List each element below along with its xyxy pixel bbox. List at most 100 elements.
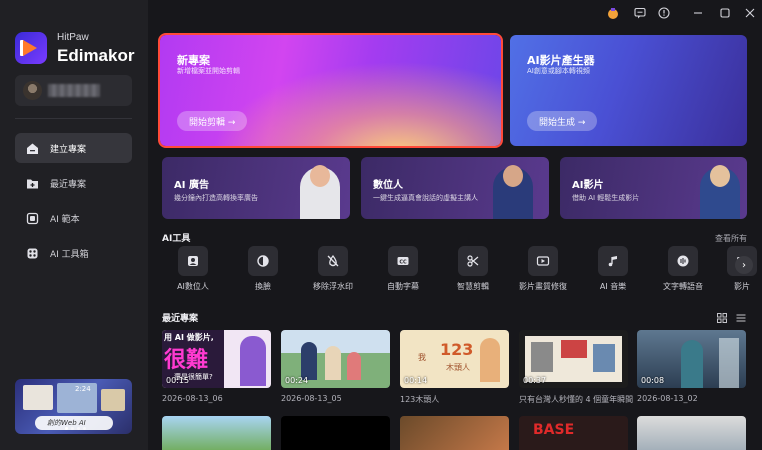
ai-video-generator-card[interactable]: AI影片產生器 AI創意或腳本轉視頻 開始生成 → xyxy=(510,35,747,146)
sidebar-item-label: 最近專案 xyxy=(50,179,87,190)
project-thumbnail[interactable] xyxy=(637,416,746,450)
home-icon xyxy=(25,141,39,155)
thumbnail-image xyxy=(531,342,553,372)
see-all-link[interactable]: 查看所有 xyxy=(715,233,747,244)
thumbnail-image xyxy=(301,342,317,380)
feature-subtitle: 一鍵生成逼真會說話的虛擬主講人 xyxy=(373,194,478,202)
promo-gift-icon[interactable] xyxy=(606,6,620,20)
sidebar-item-ai-toolbox[interactable]: AI 工具箱 xyxy=(15,238,132,268)
tool-label: 文字轉語音 xyxy=(663,282,703,291)
subtitle-icon: CC xyxy=(388,246,418,276)
watermark-remove-icon xyxy=(318,246,348,276)
sidebar-item-ai-templates[interactable]: AI 範本 xyxy=(15,203,132,233)
promo-image xyxy=(23,385,53,410)
tool-label: AI 音樂 xyxy=(599,282,627,291)
project-thumbnail[interactable]: 123 我 木頭人 00:14 xyxy=(400,330,509,388)
tool-remove-watermark[interactable]: 移除浮水印 xyxy=(302,246,364,292)
tool-video-enhance[interactable]: 影片畫質修復 xyxy=(512,246,574,292)
promo-banner[interactable]: 2:24 創的Web AI xyxy=(15,379,132,434)
smart-cut-icon xyxy=(458,246,488,276)
start-generating-button[interactable]: 開始生成 → xyxy=(527,111,598,131)
duration: 00:37 xyxy=(523,376,547,385)
minimize-icon[interactable] xyxy=(691,6,705,20)
feature-ai-video[interactable]: AI影片 借助 AI 輕鬆生成影片 xyxy=(560,157,747,219)
user-name-redacted xyxy=(48,84,100,97)
avatar-icon xyxy=(178,246,208,276)
brand-top: HitPaw xyxy=(57,32,89,43)
thumbnail-image xyxy=(719,338,739,388)
ai-tools-title: AI工具 xyxy=(162,234,191,244)
tool-label: 智慧剪輯 xyxy=(457,282,489,291)
sidebar-item-create-project[interactable]: 建立專案 xyxy=(15,133,132,163)
tool-smart-cut[interactable]: 智慧剪輯 xyxy=(442,246,504,292)
divider xyxy=(15,118,132,119)
feedback-icon[interactable] xyxy=(633,6,647,20)
tool-label: AI數位人 xyxy=(177,282,209,291)
close-icon[interactable] xyxy=(743,6,757,20)
thumbnail-image xyxy=(240,336,266,386)
new-project-subtitle: 新增檔案並開始剪輯 xyxy=(177,67,240,75)
project-date: 2026-08-13_05 xyxy=(281,394,342,403)
template-icon xyxy=(25,211,39,225)
feature-image xyxy=(710,165,730,187)
feature-ai-ads[interactable]: AI 廣告 幾分鐘內打造高轉換率廣告 xyxy=(162,157,350,219)
list-view-icon[interactable] xyxy=(735,312,746,323)
music-icon xyxy=(598,246,628,276)
brand-name: Edimakor xyxy=(57,46,135,65)
feature-image xyxy=(503,165,523,187)
project-date: 123木頭人 xyxy=(400,395,440,404)
info-icon[interactable] xyxy=(657,6,671,20)
maximize-icon[interactable] xyxy=(718,6,732,20)
duration: 00:15 xyxy=(166,376,190,385)
tool-ai-music[interactable]: AI 音樂 xyxy=(582,246,644,292)
feature-subtitle: 幾分鐘內打造高轉換率廣告 xyxy=(174,194,258,202)
start-editing-button[interactable]: 開始剪輯 → xyxy=(177,111,248,131)
sidebar-item-recent-projects[interactable]: 最近專案 xyxy=(15,168,132,198)
project-date: 2026-08-13_06 xyxy=(162,394,223,403)
feature-digital-human[interactable]: 數位人 一鍵生成逼真會說話的虛擬主講人 xyxy=(361,157,549,219)
face-swap-icon xyxy=(248,246,278,276)
grid-view-icon[interactable] xyxy=(716,312,727,323)
project-date: 只有台灣人秒懂的 4 個童年瞬間 xyxy=(519,395,634,404)
tts-icon xyxy=(668,246,698,276)
tool-face-swap[interactable]: 換臉 xyxy=(232,246,294,292)
tool-label: 影片畫質修復 xyxy=(519,282,567,291)
tool-text-to-speech[interactable]: 文字轉語音 xyxy=(652,246,714,292)
sidebar-item-label: 建立專案 xyxy=(50,144,87,155)
thumbnail-caption: 我 xyxy=(418,353,426,362)
feature-title: AI 廣告 xyxy=(174,180,209,191)
project-thumbnail[interactable]: 用 AI 做影片, 很難 還是很簡單? 00:15 xyxy=(162,330,271,388)
tools-next-button[interactable]: › xyxy=(735,256,753,274)
thumbnail-image xyxy=(325,346,341,380)
video-enhance-icon xyxy=(528,246,558,276)
project-thumbnail[interactable] xyxy=(281,416,390,450)
new-project-card[interactable]: 新專案 新增檔案並開始剪輯 開始剪輯 → xyxy=(158,33,503,148)
thumbnail-caption: BASE xyxy=(533,422,575,438)
project-date: 2026-08-13_02 xyxy=(637,394,698,403)
project-thumbnail[interactable]: 00:24 xyxy=(281,330,390,388)
thumbnail-caption: 很難 xyxy=(164,348,209,373)
chevron-right-icon: › xyxy=(742,259,746,271)
project-thumbnail[interactable] xyxy=(162,416,271,450)
recent-projects-title: 最近專案 xyxy=(162,314,199,324)
thumbnail-image xyxy=(681,340,703,388)
duration: 00:24 xyxy=(285,376,309,385)
app-logo xyxy=(15,32,47,64)
project-thumbnail[interactable]: 00:08 xyxy=(637,330,746,388)
tool-ai-avatar[interactable]: AI數位人 xyxy=(162,246,224,292)
project-thumbnail[interactable]: 00:37 xyxy=(519,330,628,388)
feature-subtitle: 借助 AI 輕鬆生成影片 xyxy=(572,194,640,202)
user-account[interactable] xyxy=(15,75,132,106)
carousel-dots[interactable] xyxy=(65,427,86,430)
project-thumbnail[interactable] xyxy=(400,416,509,450)
ai-video-generator-subtitle: AI創意或腳本轉視頻 xyxy=(527,67,590,75)
sidebar-item-label: AI 範本 xyxy=(50,214,80,225)
feature-title: 數位人 xyxy=(373,180,403,191)
thumbnail-caption: 123 xyxy=(440,340,474,359)
promo-time: 2:24 xyxy=(75,385,91,393)
tool-label: 移除浮水印 xyxy=(313,282,353,291)
duration: 00:14 xyxy=(404,376,428,385)
tool-auto-subtitles[interactable]: CC 自動字幕 xyxy=(372,246,434,292)
project-thumbnail[interactable]: BASE xyxy=(519,416,628,450)
avatar[interactable] xyxy=(23,81,42,100)
